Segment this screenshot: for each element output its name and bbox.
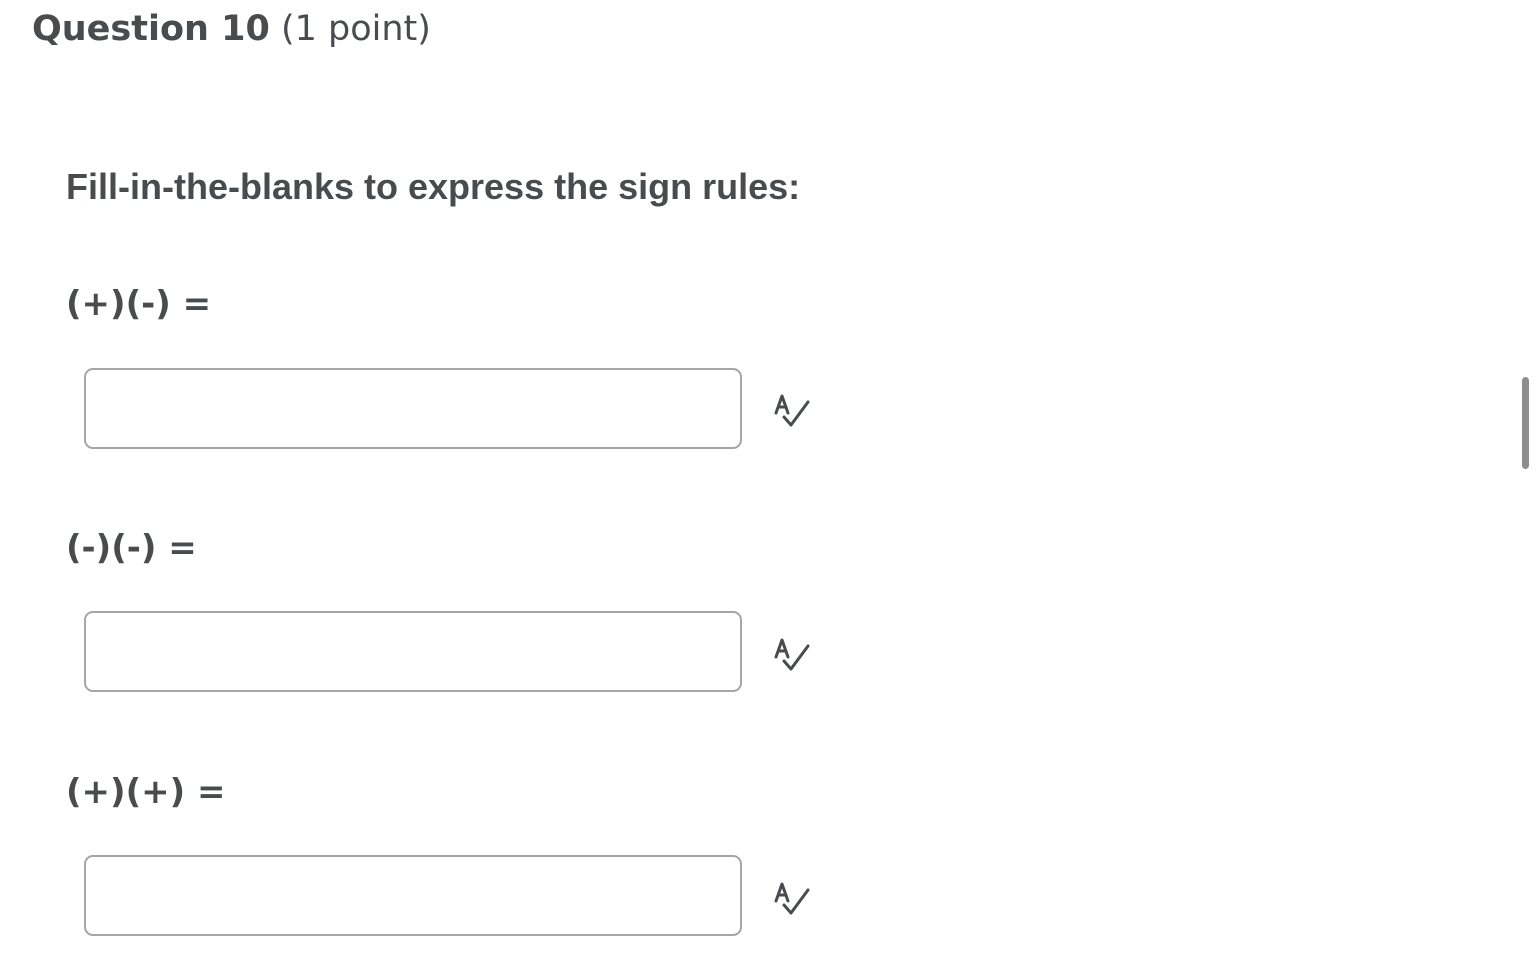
blank-input-1[interactable]	[84, 368, 742, 449]
spellcheck-icon[interactable]	[770, 388, 814, 432]
blank-label-2: (-)(-) =	[66, 528, 197, 568]
scrollbar-thumb[interactable]	[1522, 377, 1529, 469]
blank-input-3[interactable]	[84, 855, 742, 936]
question-title: Question 10	[32, 9, 270, 49]
question-points: (1 point)	[280, 9, 431, 49]
spellcheck-icon[interactable]	[770, 876, 814, 920]
blank-input-2[interactable]	[84, 611, 742, 692]
question-prompt: Fill-in-the-blanks to express the sign r…	[66, 166, 801, 207]
blank-label-3: (+)(+) =	[66, 772, 226, 812]
blank-label-1: (+)(-) =	[66, 284, 212, 324]
spellcheck-icon[interactable]	[770, 632, 814, 676]
question-header: Question 10 (1 point)	[32, 6, 431, 52]
